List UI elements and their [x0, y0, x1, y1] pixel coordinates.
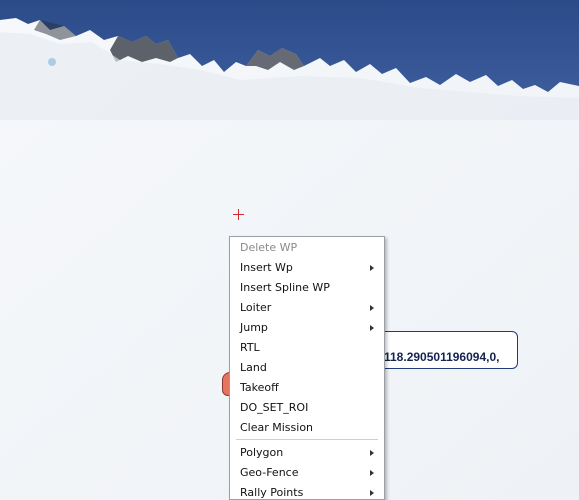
menu-item-rtl[interactable]: RTL [230, 338, 384, 358]
ice-feature [48, 58, 56, 66]
menu-item-label: Delete WP [240, 241, 298, 254]
menu-item-label: Takeoff [240, 381, 279, 394]
tooltip-text: 118.290501196094,0, [384, 350, 500, 364]
menu-item-geo-fence[interactable]: Geo-Fence [230, 463, 384, 483]
submenu-arrow-icon [370, 305, 374, 311]
menu-item-label: Land [240, 361, 267, 374]
menu-item-label: Rally Points [240, 486, 304, 499]
menu-item-clear-mission[interactable]: Clear Mission [230, 418, 384, 438]
menu-item-polygon[interactable]: Polygon [230, 443, 384, 463]
submenu-arrow-icon [370, 470, 374, 476]
menu-item-label: Polygon [240, 446, 284, 459]
submenu-arrow-icon [370, 490, 374, 496]
menu-item-insert-wp[interactable]: Insert Wp [230, 258, 384, 278]
menu-item-label: Insert Wp [240, 261, 293, 274]
submenu-arrow-icon [370, 325, 374, 331]
map-context-menu: Delete WP Insert Wp Insert Spline WP Loi… [229, 236, 385, 500]
menu-item-takeoff[interactable]: Takeoff [230, 378, 384, 398]
menu-item-land[interactable]: Land [230, 358, 384, 378]
submenu-arrow-icon [370, 450, 374, 456]
menu-item-delete-wp[interactable]: Delete WP [230, 238, 384, 258]
menu-item-insert-spline-wp[interactable]: Insert Spline WP [230, 278, 384, 298]
menu-item-rally-points[interactable]: Rally Points [230, 483, 384, 499]
menu-item-loiter[interactable]: Loiter [230, 298, 384, 318]
menu-item-label: Loiter [240, 301, 272, 314]
menu-item-do-set-roi[interactable]: DO_SET_ROI [230, 398, 384, 418]
menu-separator [236, 439, 378, 440]
map-center-crosshair [233, 209, 244, 220]
menu-item-label: Insert Spline WP [240, 281, 330, 294]
menu-item-label: Geo-Fence [240, 466, 299, 479]
menu-item-label: Jump [240, 321, 268, 334]
menu-item-label: DO_SET_ROI [240, 401, 309, 414]
coordinate-tooltip: 118.290501196094,0, [369, 331, 518, 369]
menu-item-label: RTL [240, 341, 260, 354]
menu-item-jump[interactable]: Jump [230, 318, 384, 338]
submenu-arrow-icon [370, 265, 374, 271]
menu-item-label: Clear Mission [240, 421, 314, 434]
